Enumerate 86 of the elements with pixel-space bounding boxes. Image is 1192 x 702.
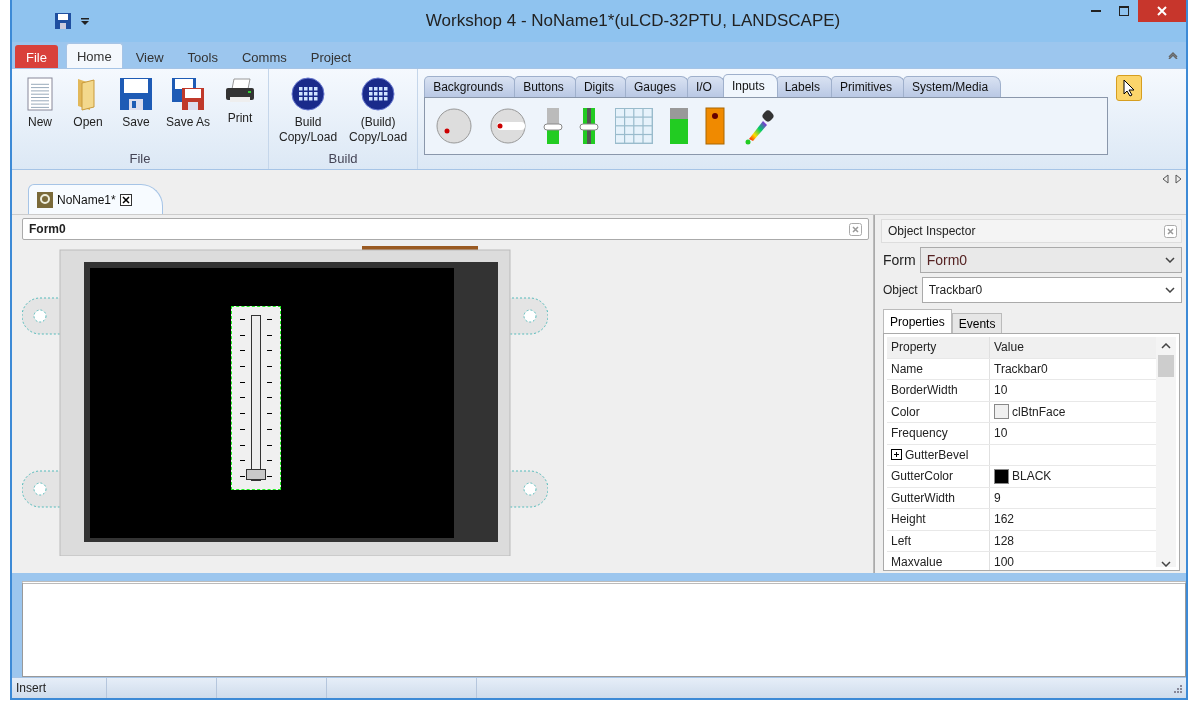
property-value: 10 [994, 426, 1008, 441]
palette-tab[interactable]: Primitives [831, 76, 906, 97]
column-header: Value [993, 339, 1025, 357]
property-name: Left [891, 533, 911, 548]
object-dropdown[interactable]: Trackbar0 [921, 277, 1182, 303]
chevron-down-icon [1165, 287, 1175, 293]
property-value: 9 [994, 490, 1001, 505]
trackbar-thumb[interactable] [246, 469, 266, 480]
resize-grip-icon[interactable] [1172, 683, 1182, 693]
inspector-tab[interactable]: Properties [883, 309, 952, 333]
property-value: clBtnFace [1012, 404, 1066, 419]
group-label: File [128, 151, 152, 168]
property-name: Name [891, 361, 923, 376]
ribbon-button[interactable]: Save As [162, 73, 215, 151]
field-label: Form [883, 252, 916, 268]
slider-icon[interactable] [579, 107, 600, 145]
window-title: Workshop 4 - NoName1*(uLCD-32PTU, LANDSCAPE) [424, 11, 842, 31]
scroll-up-icon[interactable] [1161, 343, 1171, 349]
palette-tab[interactable]: Inputs [722, 74, 778, 97]
property-name: Color [891, 404, 920, 419]
inspector-tab[interactable]: Events [951, 313, 1003, 333]
ribbon-tab[interactable]: Tools [176, 45, 229, 68]
palette-tab[interactable]: I/O [686, 76, 725, 97]
close-icon[interactable] [119, 193, 132, 206]
property-name: BorderWidth [891, 383, 958, 398]
palette-tab[interactable]: System/Media [903, 76, 1002, 97]
palette-tab[interactable]: Backgrounds [424, 76, 517, 97]
property-value: Trackbar0 [994, 361, 1048, 376]
form-dropdown[interactable]: Form0 [919, 247, 1182, 273]
group-label: Build [327, 151, 359, 168]
field-label: Object [883, 283, 918, 297]
column-header: Property [887, 337, 990, 358]
scroll-right-icon[interactable] [1175, 174, 1182, 184]
app-logo-icon [37, 191, 53, 208]
scrollbar-thumb[interactable] [1158, 355, 1174, 377]
scroll-left-icon[interactable] [1162, 174, 1169, 184]
switch-icon[interactable] [705, 107, 726, 145]
dropdown-icon[interactable] [80, 15, 90, 27]
ribbon-tab[interactable]: Comms [230, 45, 298, 68]
palette-tab[interactable]: Digits [574, 76, 627, 97]
ribbon-tab[interactable]: Project [299, 45, 363, 68]
minimize-icon [1091, 10, 1101, 12]
ribbon-button[interactable]: Build Copy/Load [275, 73, 342, 151]
meter-icon[interactable] [669, 107, 690, 145]
property-value: 128 [994, 533, 1015, 548]
palette-tab[interactable]: Gauges [624, 76, 689, 97]
status-text: Insert [12, 678, 107, 698]
palette-tab[interactable]: Labels [775, 76, 833, 97]
ribbon-button[interactable]: (Build) Copy/Load [345, 73, 412, 151]
ribbon-button[interactable]: New [18, 73, 62, 151]
property-value: 100 [994, 555, 1015, 570]
ribbon-tab[interactable]: File [15, 45, 58, 68]
property-name: GutterWidth [891, 490, 956, 505]
property-name: Maxvalue [891, 555, 943, 570]
property-name: Height [891, 512, 926, 527]
cursor-icon [1122, 79, 1137, 97]
pointer-tool-button[interactable] [1116, 75, 1143, 101]
property-name: GutterColor [891, 469, 954, 484]
slider-icon[interactable] [543, 107, 564, 145]
ribbon-tab[interactable]: Home [65, 43, 123, 68]
ribbon-button[interactable]: Save [114, 73, 158, 151]
property-value: BLACK [1012, 469, 1052, 484]
collapse-ribbon-icon[interactable] [1168, 51, 1178, 59]
chevron-down-icon [1165, 257, 1175, 263]
ribbon-button[interactable]: Print [218, 73, 263, 151]
palette-tab[interactable]: Buttons [514, 76, 577, 97]
document-icon [26, 77, 54, 111]
close-button[interactable] [1138, 0, 1186, 22]
trackbar[interactable] [231, 306, 281, 490]
build-globe-icon [361, 77, 396, 111]
ribbon-button[interactable]: Open [66, 73, 110, 151]
expand-icon[interactable] [891, 449, 902, 461]
property-name: GutterBevel [905, 447, 969, 462]
property-name: Frequency [891, 426, 948, 441]
build-globe-icon [291, 77, 326, 111]
save-icon[interactable] [54, 12, 72, 30]
close-icon [1157, 6, 1167, 16]
ribbon-tab[interactable]: View [124, 45, 175, 68]
form-title: Form0 [29, 222, 66, 236]
maximize-icon [1119, 6, 1129, 16]
floppy-disks-icon [171, 77, 205, 111]
property-value: 162 [994, 512, 1015, 527]
property-value: 10 [994, 383, 1008, 398]
panel-title: Object Inspector [888, 224, 976, 238]
document-tab[interactable]: NoName1* [28, 184, 163, 214]
scroll-down-icon[interactable] [1161, 561, 1171, 567]
